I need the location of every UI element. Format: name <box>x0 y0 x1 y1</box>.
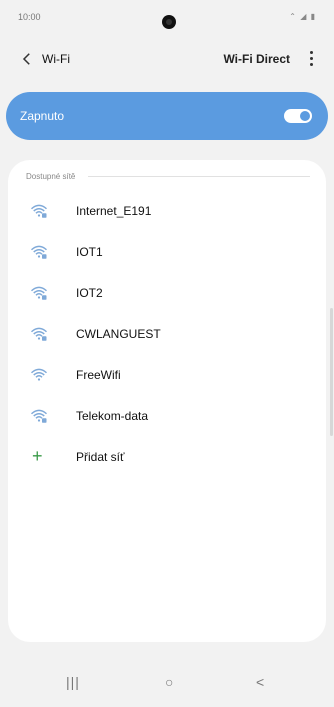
wifi-toggle-card[interactable]: Zapnuto <box>6 92 328 140</box>
more-options-icon[interactable] <box>304 49 318 69</box>
wifi-direct-button[interactable]: Wi-Fi Direct <box>223 52 290 66</box>
toggle-knob <box>300 111 310 121</box>
wifi-lock-icon <box>30 243 48 261</box>
plus-icon: + <box>32 446 43 466</box>
wifi-toggle-switch[interactable] <box>284 109 312 123</box>
wifi-lock-icon <box>30 325 48 343</box>
status-icons: ⌃ ◢ ▮ <box>289 12 316 21</box>
network-name: IOT1 <box>76 245 103 259</box>
network-item[interactable]: Telekom-data <box>8 398 326 434</box>
add-network-label: Přidat síť <box>76 450 125 464</box>
network-item[interactable]: CWLANGUEST <box>8 316 326 352</box>
wifi-lock-icon <box>30 202 48 220</box>
system-navigation-bar: ||| ○ < <box>0 662 334 707</box>
network-name: CWLANGUEST <box>76 327 161 341</box>
network-name: IOT2 <box>76 286 103 300</box>
section-title: Dostupné sítě <box>26 172 76 181</box>
page-title: Wi-Fi <box>42 52 70 66</box>
chevron-left-icon <box>22 53 30 65</box>
status-time: 10:00 <box>18 12 41 22</box>
recent-apps-icon[interactable]: ||| <box>66 674 80 690</box>
network-name: FreeWifi <box>76 368 121 382</box>
network-name: Telekom-data <box>76 409 149 423</box>
wifi-lock-icon <box>30 407 48 425</box>
scrollbar[interactable] <box>330 308 333 436</box>
network-name: Internet_E191 <box>76 204 152 218</box>
networks-card: Dostupné sítě Internet_E191 IOT1 IOT2 CW… <box>8 160 326 642</box>
network-item[interactable]: FreeWifi <box>8 357 326 393</box>
section-divider <box>88 176 310 177</box>
network-item[interactable]: IOT1 <box>8 234 326 270</box>
back-button[interactable] <box>18 50 36 68</box>
network-item[interactable]: Internet_E191 <box>8 193 326 229</box>
home-icon[interactable]: ○ <box>165 674 173 690</box>
wifi-toggle-label: Zapnuto <box>20 109 65 123</box>
network-item[interactable]: IOT2 <box>8 275 326 311</box>
wifi-icon <box>30 366 48 384</box>
back-icon[interactable]: < <box>256 674 264 690</box>
top-app-bar: Wi-Fi Wi-Fi Direct <box>0 40 334 80</box>
camera-cutout <box>162 15 176 29</box>
wifi-lock-icon <box>30 284 48 302</box>
add-network-row[interactable]: + Přidat síť <box>8 439 326 475</box>
status-bar: 10:00 ⌃ ◢ ▮ <box>0 0 334 30</box>
